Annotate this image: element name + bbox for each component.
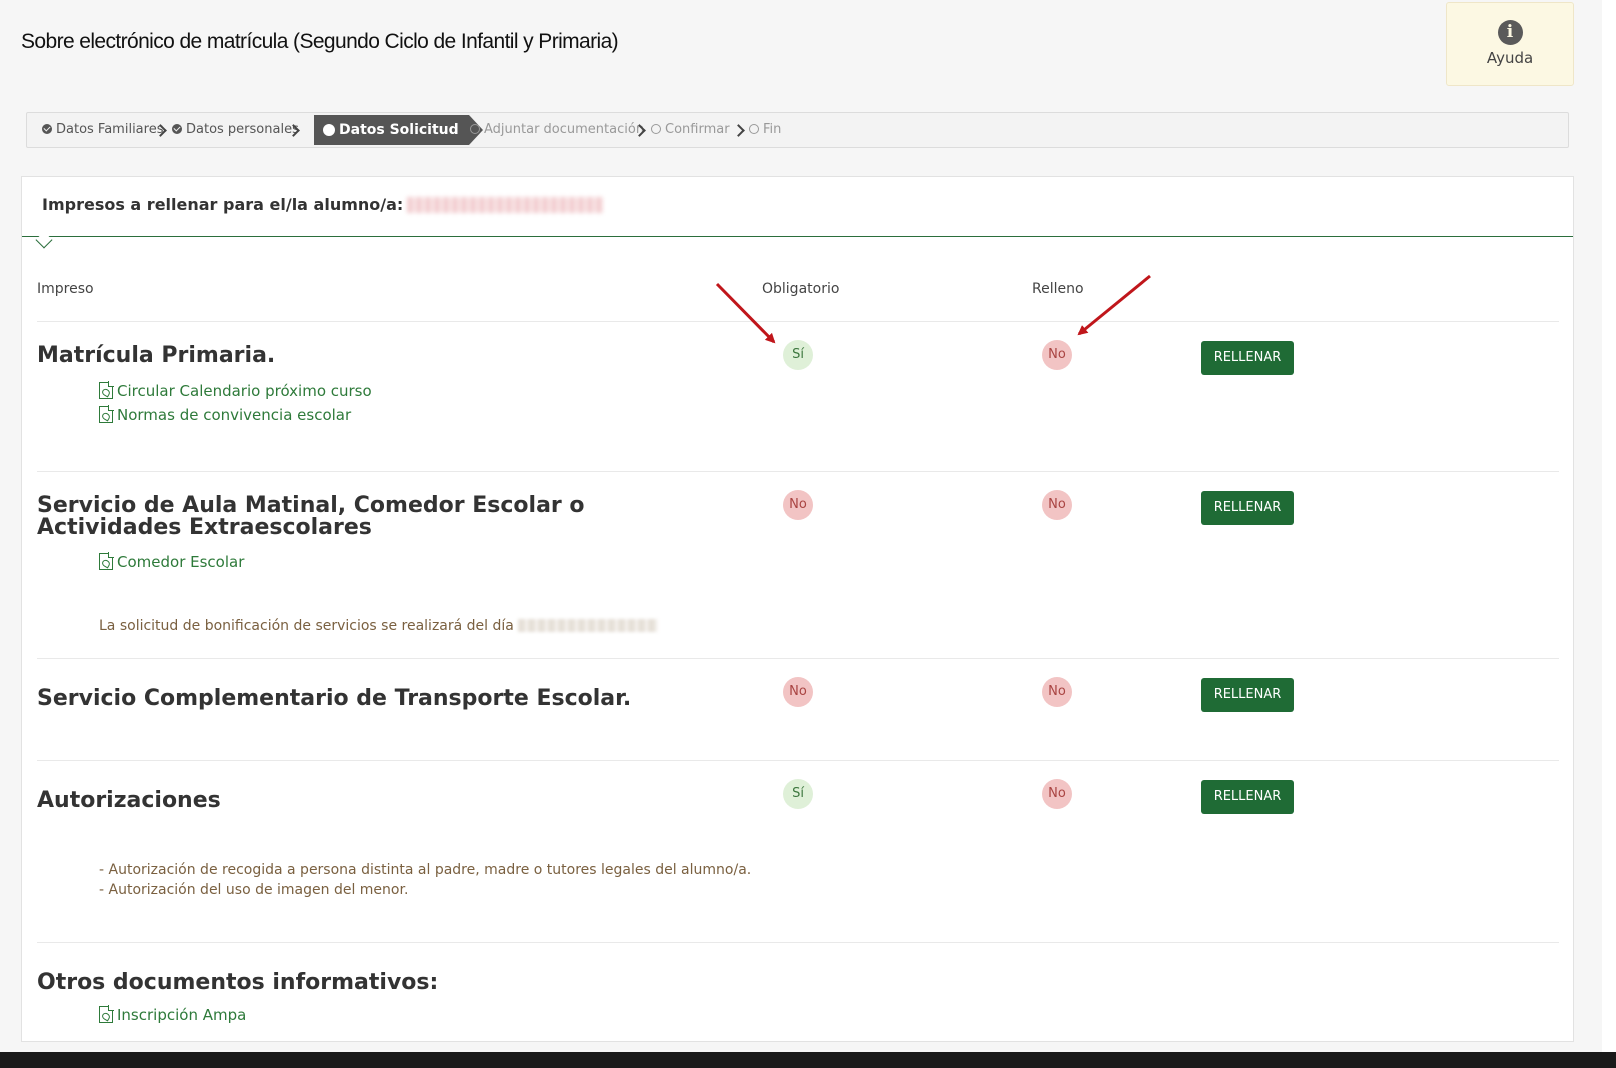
divider-notch bbox=[35, 231, 53, 249]
wizard-step-datos-familiares[interactable]: Datos Familiares bbox=[42, 113, 163, 147]
circle-outline-icon bbox=[749, 124, 759, 134]
help-button-label: Ayuda bbox=[1486, 49, 1534, 67]
panel-heading: Impresos a rellenar para el/la alumno/a: bbox=[42, 195, 604, 214]
rellenar-button-aula-matinal[interactable]: RELLENAR bbox=[1201, 491, 1294, 525]
wizard-step-label: Datos Familiares bbox=[56, 122, 164, 137]
row-divider bbox=[37, 942, 1559, 943]
circle-icon bbox=[323, 124, 335, 136]
status-badge-obligatorio: Sí bbox=[783, 779, 813, 809]
page: Sobre electrónico de matrícula (Segundo … bbox=[0, 0, 1602, 1052]
wizard-step-label: Datos personales bbox=[186, 122, 299, 137]
column-header-obligatorio: Obligatorio bbox=[762, 281, 840, 297]
column-header-impreso: Impreso bbox=[37, 281, 94, 297]
status-badge-relleno: No bbox=[1042, 490, 1072, 520]
row-divider bbox=[37, 321, 1559, 322]
pdf-file-icon bbox=[99, 381, 114, 399]
row-divider bbox=[37, 471, 1559, 472]
forms-panel: Impresos a rellenar para el/la alumno/a:… bbox=[21, 176, 1574, 1042]
check-circle-icon bbox=[42, 124, 52, 134]
form-title-aula-matinal: Servicio de Aula Matinal, Comedor Escola… bbox=[37, 495, 585, 539]
autorizacion-note: - Autorización del uso de imagen del men… bbox=[99, 882, 409, 898]
circle-outline-icon bbox=[470, 124, 480, 134]
page-title: Sobre electrónico de matrícula (Segundo … bbox=[21, 30, 619, 53]
pdf-file-icon bbox=[99, 552, 114, 570]
wizard-step-fin[interactable]: Fin bbox=[749, 113, 781, 147]
form-title-line: Actividades Extraescolares bbox=[37, 515, 372, 540]
wizard-step-adjuntar-documentacion[interactable]: Adjuntar documentación bbox=[470, 113, 644, 147]
wizard-step-datos-personales[interactable]: Datos personales bbox=[172, 113, 299, 147]
doc-link-label: Comedor Escolar bbox=[117, 553, 245, 571]
wizard-step-label: Adjuntar documentación bbox=[484, 122, 645, 137]
status-badge-relleno: No bbox=[1042, 677, 1072, 707]
form-title-transporte: Servicio Complementario de Transporte Es… bbox=[37, 686, 632, 711]
form-title-line: Servicio de Aula Matinal, Comedor Escola… bbox=[37, 493, 585, 518]
wizard-step-datos-solicitud[interactable]: Datos Solicitud bbox=[314, 115, 483, 145]
redacted-student-name bbox=[407, 197, 604, 213]
panel-heading-text: Impresos a rellenar para el/la alumno/a: bbox=[42, 195, 404, 214]
wizard-step-label: Fin bbox=[763, 122, 782, 137]
pdf-file-icon bbox=[99, 405, 114, 423]
column-header-relleno: Relleno bbox=[1032, 281, 1084, 297]
doc-link-label: Normas de convivencia escolar bbox=[117, 406, 352, 424]
doc-link-circular-calendario[interactable]: Circular Calendario próximo curso bbox=[99, 381, 372, 400]
window-edge-bottom bbox=[0, 1052, 1616, 1068]
chevron-right-icon bbox=[732, 124, 745, 137]
autorizacion-note: - Autorización de recogida a persona dis… bbox=[99, 862, 752, 878]
row-divider bbox=[37, 760, 1559, 761]
bonificacion-note: La solicitud de bonificación de servicio… bbox=[99, 618, 658, 634]
wizard-breadcrumb: Datos Familiares Datos personales Datos … bbox=[26, 112, 1569, 148]
status-badge-relleno: No bbox=[1042, 340, 1072, 370]
wizard-step-label: Datos Solicitud bbox=[339, 122, 459, 138]
wizard-step-confirmar[interactable]: Confirmar bbox=[651, 113, 730, 147]
doc-link-normas-convivencia[interactable]: Normas de convivencia escolar bbox=[99, 405, 352, 424]
pdf-file-icon bbox=[99, 1005, 114, 1023]
status-badge-obligatorio: No bbox=[783, 677, 813, 707]
form-title-autorizaciones: Autorizaciones bbox=[37, 788, 221, 813]
help-button[interactable]: i Ayuda bbox=[1446, 2, 1574, 86]
row-divider bbox=[37, 658, 1559, 659]
doc-link-inscripcion-ampa[interactable]: Inscripción Ampa bbox=[99, 1005, 247, 1024]
rellenar-button-transporte[interactable]: RELLENAR bbox=[1201, 678, 1294, 712]
divider bbox=[22, 236, 1573, 237]
rellenar-button-autorizaciones[interactable]: RELLENAR bbox=[1201, 780, 1294, 814]
rellenar-button-matricula[interactable]: RELLENAR bbox=[1201, 341, 1294, 375]
window-edge bbox=[1602, 0, 1616, 1052]
redacted-dates bbox=[517, 619, 658, 632]
doc-link-label: Inscripción Ampa bbox=[117, 1006, 247, 1024]
note-text: La solicitud de bonificación de servicio… bbox=[99, 618, 514, 634]
doc-link-label: Circular Calendario próximo curso bbox=[117, 382, 372, 400]
doc-link-comedor-escolar[interactable]: Comedor Escolar bbox=[99, 552, 245, 571]
other-docs-title: Otros documentos informativos: bbox=[37, 970, 439, 995]
circle-outline-icon bbox=[651, 124, 661, 134]
wizard-step-label: Confirmar bbox=[665, 122, 730, 137]
status-badge-obligatorio: No bbox=[783, 490, 813, 520]
form-title-matricula: Matrícula Primaria. bbox=[37, 343, 276, 368]
check-circle-icon bbox=[172, 124, 182, 134]
status-badge-obligatorio: Sí bbox=[783, 340, 813, 370]
status-badge-relleno: No bbox=[1042, 779, 1072, 809]
info-circle-icon: i bbox=[1497, 20, 1523, 45]
